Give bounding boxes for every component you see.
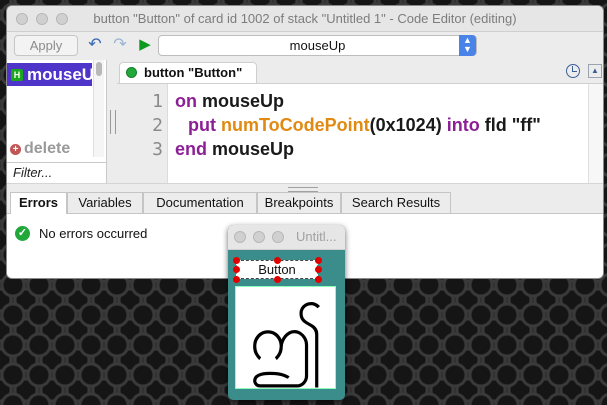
bottom-tab-bar: Errors Variables Documentation Breakpoin… [7, 192, 603, 214]
code-line: put numToCodePoint(0x1024) into fld "ff" [188, 115, 541, 136]
selection-handle[interactable] [315, 276, 322, 283]
minimize-window-button[interactable] [36, 13, 48, 25]
selection-handle[interactable] [274, 257, 281, 264]
vertical-splitter[interactable] [107, 60, 117, 183]
selection-handle[interactable] [233, 276, 240, 283]
minimize-window-button[interactable] [253, 231, 265, 243]
line-number: 3 [152, 139, 163, 160]
delete-label: delete [24, 140, 71, 157]
scrollbar-thumb[interactable] [96, 62, 102, 76]
line-number: 2 [152, 115, 163, 136]
tab-errors[interactable]: Errors [10, 192, 67, 214]
selection-handle[interactable] [233, 266, 240, 273]
selection-handle[interactable] [233, 257, 240, 264]
tab-breakpoints[interactable]: Breakpoints [257, 192, 341, 213]
keyword: end [175, 139, 208, 159]
selection-handle[interactable] [274, 276, 281, 283]
splitter-grip-icon [110, 110, 116, 134]
handler-select-value: mouseUp [289, 38, 346, 53]
code-scrollbar[interactable] [588, 84, 603, 183]
errors-message: No errors occurred [39, 226, 148, 241]
handler-item-label: mouseUp [27, 65, 92, 84]
zoom-window-button[interactable] [56, 13, 68, 25]
zoom-window-button[interactable] [272, 231, 284, 243]
script-tab-label: button "Button" [144, 65, 243, 80]
handler-list-pane: HmouseUp +delete Filter... [7, 60, 107, 183]
myanmar-glyph: ဤ [249, 301, 324, 375]
function-name: numToCodePoint [215, 115, 370, 135]
tab-variables[interactable]: Variables [67, 192, 143, 213]
stack-titlebar: Untitl... [228, 225, 345, 250]
checkmark-icon: ✓ [15, 226, 30, 241]
code-text: fld "ff" [479, 115, 541, 135]
apply-button[interactable]: Apply [14, 35, 78, 56]
code-line: on mouseUp [175, 91, 284, 112]
clock-icon[interactable] [566, 64, 580, 78]
status-dot-icon [126, 67, 137, 78]
code-text: mouseUp [207, 139, 295, 159]
filter-input[interactable]: Filter... [7, 162, 106, 183]
tab-search-results[interactable]: Search Results [341, 192, 451, 213]
handler-list-item[interactable]: HmouseUp [7, 63, 92, 86]
handler-badge: H [11, 69, 23, 81]
code-text: (0x1024) [369, 115, 447, 135]
selection-handle[interactable] [315, 257, 322, 264]
code-text: mouseUp [197, 91, 285, 111]
tab-documentation[interactable]: Documentation [143, 192, 257, 213]
delete-icon: + [10, 144, 21, 155]
close-window-button[interactable] [234, 231, 246, 243]
handler-select[interactable]: mouseUp ▲ ▼ [158, 35, 477, 56]
line-number: 1 [152, 91, 163, 112]
keyword: into [446, 115, 480, 135]
window-title: button "Button" of card id 1002 of stack… [93, 11, 517, 26]
code-line: end mouseUp [175, 139, 294, 160]
stack-title: Untitl... [296, 229, 337, 244]
code-area[interactable]: 1 2 3 on mouseUp put numToCodePoint(0x10… [117, 84, 603, 183]
line-number-gutter: 1 2 3 [117, 84, 168, 183]
chevron-updown-icon: ▲ ▼ [459, 35, 476, 56]
keyword: put [188, 115, 216, 135]
collapse-icon[interactable]: ▲ [588, 64, 602, 78]
handler-list-scrollbar[interactable] [93, 60, 104, 157]
selection-handle[interactable] [315, 266, 322, 273]
undo-icon[interactable]: ↶ [85, 35, 105, 55]
stack-window: Untitl... Button ဤ [228, 225, 345, 400]
keyword: on [175, 91, 197, 111]
editor-toolbar: Apply ↶ ↷ ▶ mouseUp ▲ ▼ [7, 32, 603, 60]
field-ff[interactable]: ဤ [235, 286, 336, 389]
run-icon[interactable]: ▶ [135, 35, 155, 55]
close-window-button[interactable] [16, 13, 28, 25]
script-tab[interactable]: button "Button" [119, 62, 257, 83]
delete-row[interactable]: + delete [10, 139, 93, 159]
redo-icon[interactable]: ↷ [110, 35, 130, 55]
editor-titlebar: button "Button" of card id 1002 of stack… [7, 6, 603, 32]
script-tab-bar: button "Button" ▲ [117, 60, 603, 84]
